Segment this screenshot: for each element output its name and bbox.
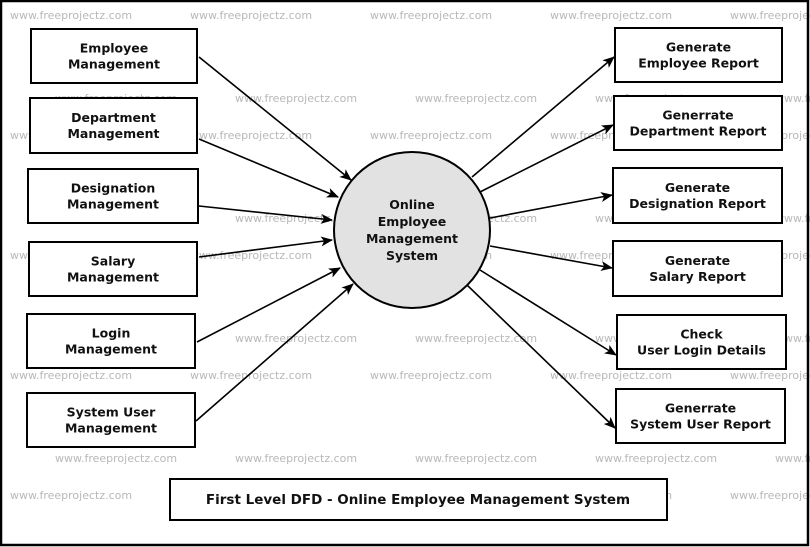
entity-system-user-management-label: Management [65, 421, 157, 436]
process-system-user-report-label: Generrate [665, 401, 736, 416]
watermark-text: www.freeprojectz.com [730, 489, 810, 502]
entity-login-management-label: Login [92, 326, 131, 341]
flow-arrow-system-user-to-process [195, 283, 354, 422]
entity-employee-management-label: Employee [80, 41, 149, 56]
watermark-text: www.freeprojectz.com [595, 452, 717, 465]
entity-salary-management-label: Management [67, 270, 159, 285]
watermark-text: www.freeprojectz.com [370, 9, 492, 22]
process-label: Online [389, 197, 434, 212]
watermark-text: www.freeprojectz.com [235, 92, 357, 105]
entity-department-management-label: Department [71, 110, 156, 125]
watermark-text: www.freeprojectz.com [730, 369, 810, 382]
dfd-diagram: www.freeprojectz.com www.freeprojectz.com… [0, 0, 810, 547]
process-department-report-label: Generrate [662, 108, 733, 123]
entity-designation-management-label: Designation [71, 181, 156, 196]
process-employee-report[interactable]: GenerateEmployee Report [614, 27, 783, 83]
watermark-text: www.freeprojectz.com [10, 9, 132, 22]
process-designation-report[interactable]: GenerateDesignation Report [612, 167, 783, 224]
watermark-text: www.freeprojectz.com [550, 9, 672, 22]
watermark-text: www.freeprojectz.com [775, 452, 810, 465]
flow-arrow-process-to-employee-report [471, 56, 615, 178]
watermark-text: www.freeprojectz.com [730, 9, 810, 22]
flow-arrow-process-to-designation-report [489, 192, 613, 219]
entity-department-management-label: Management [67, 126, 159, 141]
process-label: Employee [378, 214, 447, 229]
watermark-text: www.freeprojectz.com [190, 9, 312, 22]
process-employee-report-label: Employee Report [638, 56, 759, 71]
watermark-text: www.freeprojectz.com [415, 92, 537, 105]
entity-designation-management-label: Management [67, 197, 159, 212]
entity-system-user-management-label: System User [67, 405, 156, 420]
process-employee-report-label: Generate [666, 40, 731, 55]
entity-login-management-label: Management [65, 342, 157, 357]
entity-department-management[interactable]: DepartmentManagement [29, 97, 198, 154]
process-salary-report[interactable]: GenerateSalary Report [612, 240, 783, 297]
entity-employee-management[interactable]: EmployeeManagement [30, 28, 198, 84]
entity-login-management[interactable]: LoginManagement [26, 313, 196, 369]
diagram-title-box: First Level DFD - Online Employee Manage… [169, 478, 668, 521]
dfd-canvas: www.freeprojectz.com www.freeprojectz.com… [0, 0, 810, 547]
watermark-text: www.freeprojectz.com [370, 369, 492, 382]
entity-system-user-management[interactable]: System UserManagement [26, 392, 196, 448]
process-label: Management [366, 231, 458, 246]
process-department-report[interactable]: GenerrateDepartment Report [613, 95, 783, 151]
watermark-text: www.freeprojectz.com [235, 452, 357, 465]
watermark-text: www.freeprojectz.com [370, 129, 492, 142]
watermark-text: www.freeprojectz.com [55, 452, 177, 465]
process-label: System [386, 248, 438, 263]
entity-salary-management-label: Salary [91, 254, 135, 269]
process-system-user-report[interactable]: GenerrateSystem User Report [615, 388, 786, 444]
watermark-text: www.freeprojectz.com [190, 369, 312, 382]
process-circle [333, 151, 491, 309]
process-salary-report-label: Salary Report [649, 269, 746, 284]
process-login-details-label: Check [680, 327, 723, 342]
watermark-text: www.freeprojectz.com [10, 369, 132, 382]
entity-salary-management[interactable]: SalaryManagement [28, 241, 198, 297]
flow-arrow-process-to-system-user-report [466, 284, 616, 429]
process-department-report-label: Department Report [630, 124, 767, 139]
flow-arrow-process-to-department-report [479, 124, 614, 193]
process-login-details-label: User Login Details [637, 343, 766, 358]
flow-arrow-employee-to-process [198, 56, 352, 181]
process-system-user-report-label: System User Report [630, 417, 771, 432]
watermark-text: www.freeprojectz.com [190, 129, 312, 142]
entity-designation-management[interactable]: DesignationManagement [27, 168, 199, 224]
entity-employee-management-label: Management [68, 57, 160, 72]
flow-arrow-login-to-process [196, 267, 341, 343]
watermark-text: www.freeprojectz.com [550, 369, 672, 382]
flow-arrow-department-to-process [198, 138, 339, 198]
nodes: EmployeeManagementDepartmentManagementDe… [26, 27, 787, 521]
process-login-details[interactable]: CheckUser Login Details [616, 314, 787, 370]
process-designation-report-label: Generate [665, 180, 730, 195]
diagram-title: First Level DFD - Online Employee Manage… [206, 492, 630, 508]
watermark-text: www.freeprojectz.com [415, 452, 537, 465]
central-process[interactable]: Online Employee Management System [333, 151, 491, 309]
watermark-text: www.freeprojectz.com [10, 489, 132, 502]
process-designation-report-label: Designation Report [629, 196, 766, 211]
process-salary-report-label: Generate [665, 253, 730, 268]
